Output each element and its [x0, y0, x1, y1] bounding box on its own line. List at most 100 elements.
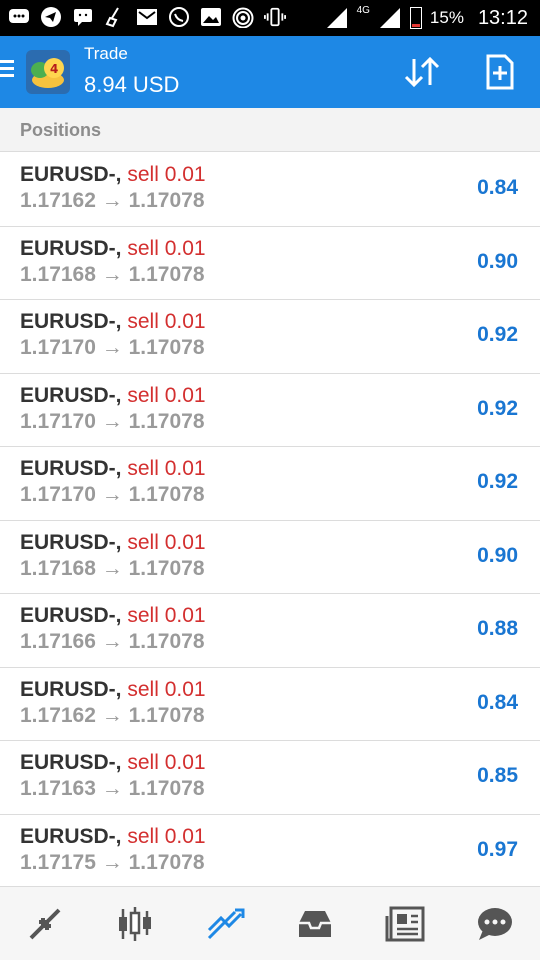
arrow-icon: →	[101, 630, 123, 653]
position-title: EURUSD-, sell 0.01	[20, 678, 206, 702]
open-price: 1.17162	[20, 189, 96, 212]
signal-icon	[326, 8, 347, 28]
position-prices: 1.17168 → 1.17078	[20, 557, 205, 581]
nav-chart[interactable]	[105, 894, 165, 954]
position-prices: 1.17163 → 1.17078	[20, 777, 205, 801]
arrow-icon: →	[101, 556, 123, 580]
current-price: 1.17078	[128, 409, 205, 433]
position-symbol: EURUSD-,	[20, 530, 122, 554]
new-order-button[interactable]	[478, 50, 522, 94]
current-price: 1.17078	[128, 556, 205, 580]
arrow-icon: →	[101, 777, 123, 800]
current-price: 1.17078	[128, 189, 205, 212]
new-document-icon	[486, 54, 514, 90]
open-price: 1.17170	[20, 336, 96, 359]
position-prices: 1.17162 → 1.17078	[20, 704, 205, 728]
position-profit: 0.84	[477, 690, 518, 714]
position-profit: 0.85	[477, 764, 518, 787]
app-logo[interactable]: 4	[24, 48, 72, 96]
position-symbol: EURUSD-,	[20, 751, 122, 774]
open-price: 1.17168	[20, 556, 96, 580]
status-bar: 4G 15% 13:12	[0, 0, 540, 36]
current-price: 1.17078	[128, 777, 205, 800]
arrow-icon: →	[101, 409, 123, 433]
open-price: 1.17162	[20, 703, 96, 727]
battery-icon	[409, 7, 422, 29]
menu-icon[interactable]	[0, 60, 14, 80]
page-title: Trade	[84, 44, 128, 63]
position-title: EURUSD-, sell 0.01	[20, 384, 206, 408]
position-title: EURUSD-, sell 0.01	[20, 604, 206, 628]
position-profit: 0.88	[477, 617, 518, 640]
position-side: sell 0.01	[127, 310, 206, 333]
position-prices: 1.17162 → 1.17078	[20, 189, 205, 213]
nav-quotes[interactable]	[15, 894, 75, 954]
position-title: EURUSD-, sell 0.01	[20, 310, 206, 334]
position-row[interactable]: EURUSD-, sell 0.01 1.17170 → 1.17078 0.92	[0, 373, 540, 447]
position-side: sell 0.01	[127, 383, 206, 407]
position-title: EURUSD-, sell 0.01	[20, 825, 206, 849]
broom-icon	[104, 6, 126, 28]
app-bar: 4 Trade 8.94 USD	[0, 36, 540, 108]
position-prices: 1.17175 → 1.17078	[20, 851, 205, 875]
arrow-icon: →	[101, 336, 123, 359]
open-price: 1.17168	[20, 262, 96, 286]
position-title: EURUSD-, sell 0.01	[20, 751, 206, 775]
position-profit: 0.84	[477, 176, 518, 199]
gallery-icon	[200, 6, 222, 28]
nav-news[interactable]	[375, 894, 435, 954]
position-row[interactable]: EURUSD-, sell 0.01 1.17170 → 1.17078 0.92	[0, 300, 540, 374]
position-prices: 1.17168 → 1.17078	[20, 263, 205, 287]
chat-bubble-icon	[72, 6, 94, 28]
position-title: EURUSD-, sell 0.01	[20, 237, 206, 261]
position-row[interactable]: EURUSD-, sell 0.01 1.17166 → 1.17078 0.88	[0, 594, 540, 668]
open-price: 1.17170	[20, 483, 96, 506]
position-title: EURUSD-, sell 0.01	[20, 531, 206, 555]
vibrate-icon	[264, 6, 286, 28]
position-symbol: EURUSD-,	[20, 163, 122, 186]
section-title: Positions	[20, 120, 102, 140]
gmail-icon	[136, 6, 158, 28]
position-profit: 0.92	[477, 470, 518, 493]
position-profit: 0.92	[477, 396, 518, 420]
open-price: 1.17163	[20, 777, 96, 800]
chat-icon	[478, 907, 512, 940]
open-price: 1.17166	[20, 630, 96, 653]
quotes-icon	[29, 908, 61, 939]
position-side: sell 0.01	[127, 824, 206, 848]
arrow-icon: →	[101, 703, 123, 727]
nav-trade[interactable]	[195, 894, 255, 954]
position-side: sell 0.01	[127, 457, 206, 480]
position-row[interactable]: EURUSD-, sell 0.01 1.17168 → 1.17078 0.90	[0, 520, 540, 594]
signal-icon-2	[379, 8, 400, 28]
position-row[interactable]: EURUSD-, sell 0.01 1.17168 → 1.17078 0.90	[0, 226, 540, 300]
positions-list: EURUSD-, sell 0.01 1.17162 → 1.17078 0.84 E…	[0, 153, 540, 888]
chart-icon	[119, 906, 151, 941]
position-row[interactable]: EURUSD-, sell 0.01 1.17162 → 1.17078 0.84	[0, 667, 540, 741]
clock: 13:12	[477, 6, 528, 29]
messaging-icon	[8, 6, 30, 28]
position-symbol: EURUSD-,	[20, 383, 122, 407]
nav-chat[interactable]	[465, 894, 525, 954]
position-row[interactable]: EURUSD-, sell 0.01 1.17163 → 1.17078 0.85	[0, 741, 540, 815]
sort-button[interactable]	[398, 50, 446, 94]
open-price: 1.17170	[20, 409, 96, 433]
position-row[interactable]: EURUSD-, sell 0.01 1.17175 → 1.17078 0.97	[0, 814, 540, 888]
whatsapp-icon	[168, 6, 190, 28]
position-row[interactable]: EURUSD-, sell 0.01 1.17170 → 1.17078 0.92	[0, 447, 540, 521]
position-row[interactable]: EURUSD-, sell 0.01 1.17162 → 1.17078 0.84	[0, 153, 540, 227]
position-side: sell 0.01	[127, 530, 206, 554]
arrow-icon: →	[101, 189, 123, 212]
arrow-icon: →	[101, 850, 123, 874]
position-symbol: EURUSD-,	[20, 677, 122, 701]
history-icon	[299, 910, 331, 937]
nav-history[interactable]	[285, 894, 345, 954]
current-price: 1.17078	[128, 336, 205, 359]
news-icon	[385, 906, 425, 941]
arrow-icon: →	[101, 262, 123, 286]
position-title: EURUSD-, sell 0.01	[20, 457, 206, 481]
battery-percent: 15%	[429, 8, 464, 27]
position-side: sell 0.01	[127, 236, 206, 260]
system-status: 4G 15% 13:12	[325, 5, 528, 30]
telegram-icon	[40, 6, 62, 28]
